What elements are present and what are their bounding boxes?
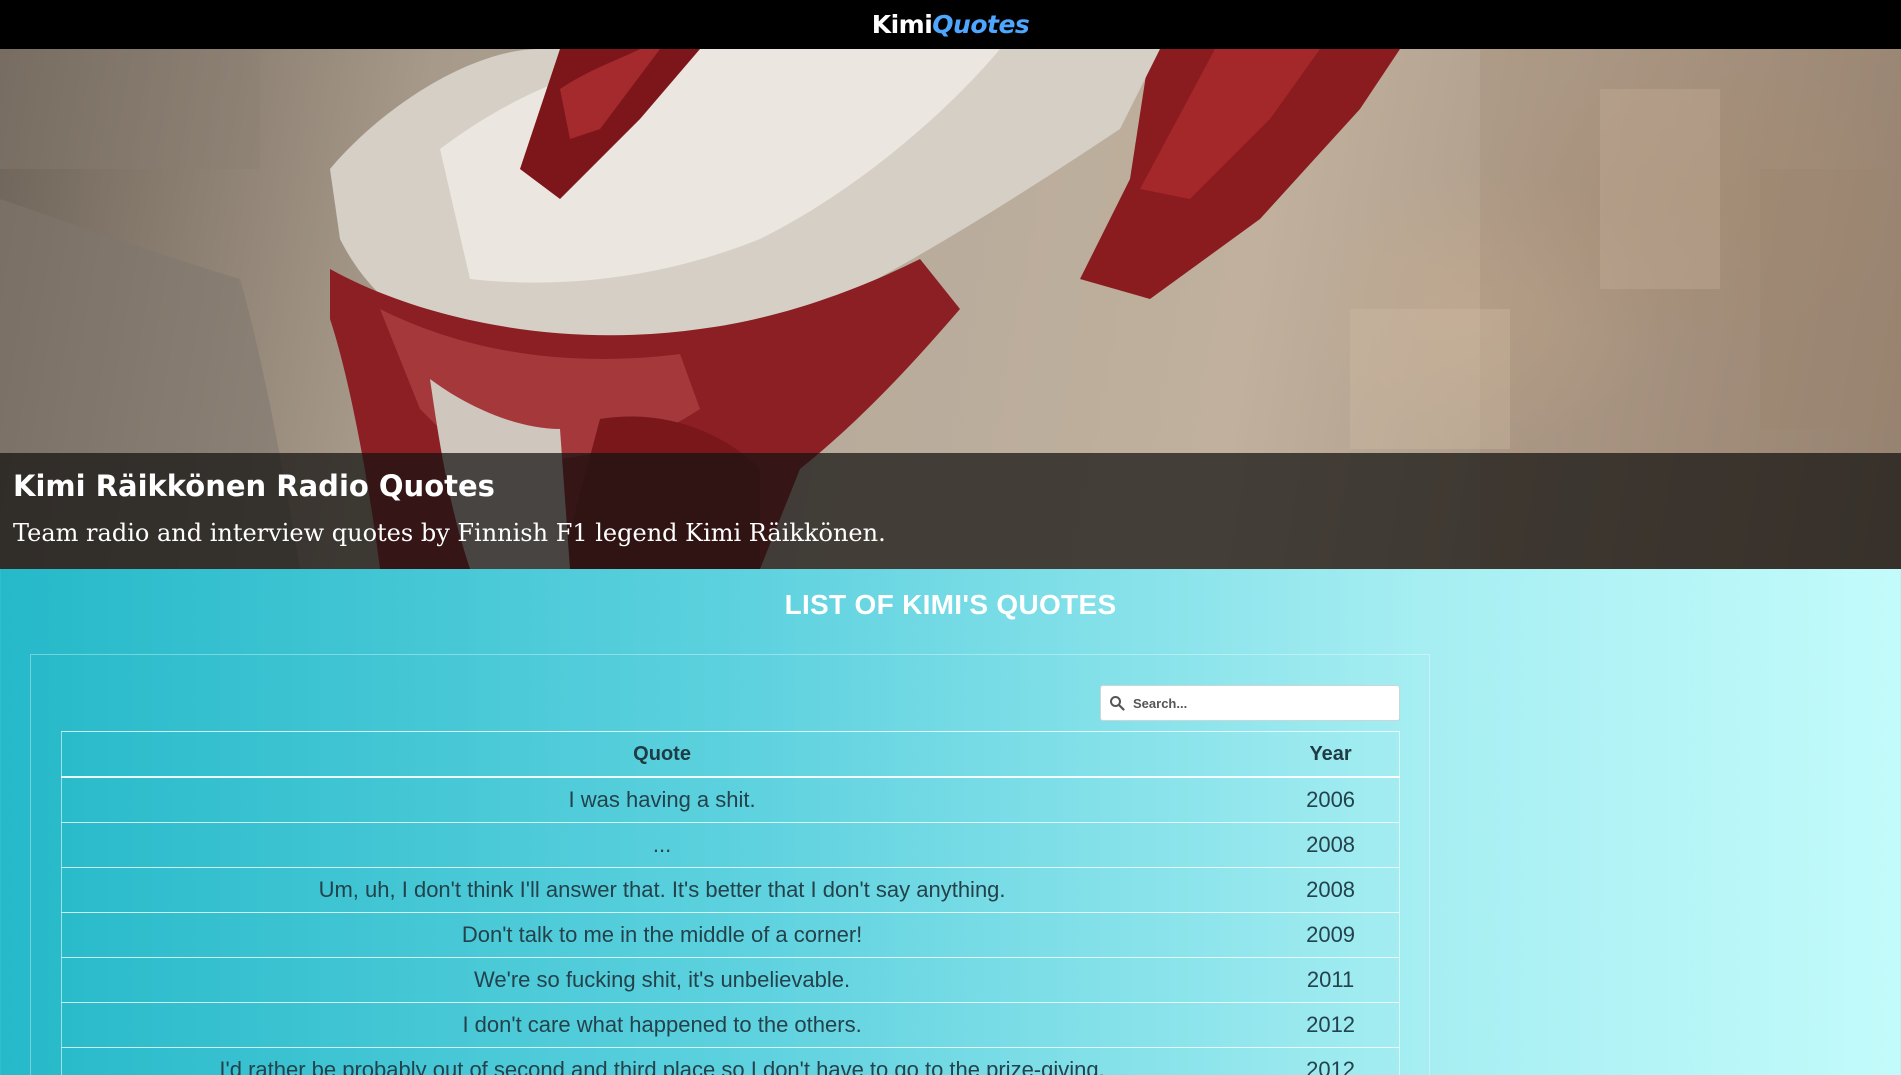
- site-logo[interactable]: KimiQuotes: [872, 10, 1030, 39]
- table-row: I was having a shit. 2006: [61, 776, 1400, 823]
- year-cell: 2006: [1262, 776, 1400, 823]
- hero-banner: Kimi Räikkönen Radio Quotes Team radio a…: [0, 49, 1901, 569]
- year-cell: 2011: [1262, 957, 1400, 1003]
- table-row: Um, uh, I don't think I'll answer that. …: [61, 867, 1400, 913]
- section-title: LIST OF KIMI'S QUOTES: [784, 589, 1117, 620]
- table-row: I'd rather be probably out of second and…: [61, 1047, 1400, 1075]
- quote-cell: We're so fucking shit, it's unbelievable…: [61, 957, 1263, 1003]
- table-row: ... 2008: [61, 822, 1400, 868]
- quote-cell: I was having a shit.: [61, 776, 1263, 823]
- hero-caption: Kimi Räikkönen Radio Quotes Team radio a…: [0, 453, 1901, 569]
- table-row: I don't care what happened to the others…: [61, 1002, 1400, 1048]
- search-icon: [1101, 686, 1133, 720]
- quotes-table: Quote Year I was having a shit. 2006 ...…: [61, 731, 1400, 1075]
- quote-cell: I'd rather be probably out of second and…: [61, 1047, 1263, 1075]
- quote-cell: I don't care what happened to the others…: [61, 1002, 1263, 1048]
- page-title: Kimi Räikkönen Radio Quotes: [13, 469, 495, 503]
- table-row: Don't talk to me in the middle of a corn…: [61, 912, 1400, 958]
- search-box[interactable]: [1100, 685, 1400, 721]
- search-input[interactable]: [1133, 695, 1389, 711]
- year-cell: 2012: [1262, 1047, 1400, 1075]
- year-cell: 2008: [1262, 867, 1400, 913]
- table-row: We're so fucking shit, it's unbelievable…: [61, 957, 1400, 1003]
- table-header-row: Quote Year: [61, 731, 1400, 778]
- quote-cell: Um, uh, I don't think I'll answer that. …: [61, 867, 1263, 913]
- quote-cell: ...: [61, 822, 1263, 868]
- navbar: KimiQuotes: [0, 0, 1901, 49]
- brand-main: Kimi: [871, 10, 933, 39]
- column-header-quote[interactable]: Quote: [61, 731, 1263, 778]
- year-cell: 2008: [1262, 822, 1400, 868]
- brand-accent: Quotes: [932, 10, 1030, 39]
- year-cell: 2012: [1262, 1002, 1400, 1048]
- year-cell: 2009: [1262, 912, 1400, 958]
- page-subtitle: Team radio and interview quotes by Finni…: [13, 519, 886, 547]
- quote-cell: Don't talk to me in the middle of a corn…: [61, 912, 1263, 958]
- column-header-year[interactable]: Year: [1262, 731, 1400, 778]
